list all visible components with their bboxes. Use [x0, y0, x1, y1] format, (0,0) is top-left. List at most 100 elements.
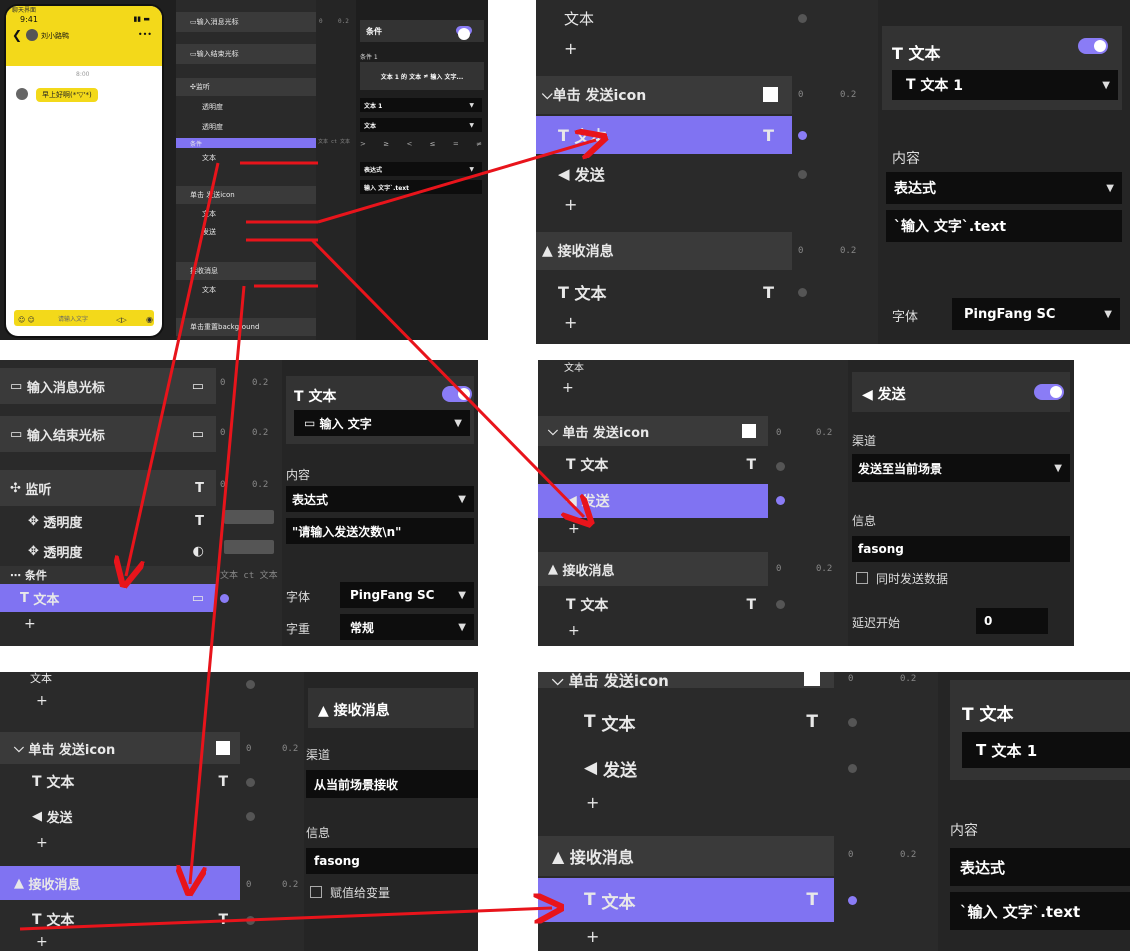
- layer-row[interactable]: ⌵ 单击 发送icon: [536, 76, 792, 114]
- layer-row[interactable]: ◀ 发送: [0, 800, 240, 832]
- target-select[interactable]: 文本 1 ▼: [360, 98, 482, 112]
- expression-field[interactable]: 输入 文字`.text: [360, 180, 482, 194]
- add-row[interactable]: +: [538, 790, 834, 814]
- layer-row[interactable]: 透明度: [176, 98, 316, 116]
- plus-icon[interactable]: +: [586, 927, 599, 946]
- add-row[interactable]: +: [536, 36, 792, 60]
- keyframe-dot[interactable]: [798, 288, 807, 297]
- layer-row[interactable]: T 文本 T: [538, 448, 768, 482]
- enable-toggle[interactable]: [1034, 384, 1064, 400]
- target-select[interactable]: T 文本 1: [962, 732, 1130, 768]
- keyframe-dot[interactable]: [798, 170, 807, 179]
- enable-toggle[interactable]: [442, 386, 472, 402]
- plus-icon[interactable]: +: [568, 521, 580, 537]
- op-lt[interactable]: <: [406, 140, 412, 152]
- op-ge[interactable]: ≥: [383, 140, 389, 152]
- emoji-icon[interactable]: ☺ ☺: [18, 316, 35, 324]
- delay-field[interactable]: 0: [976, 608, 1048, 634]
- layer-row[interactable]: 透明度: [176, 118, 316, 136]
- add-row[interactable]: +: [538, 620, 768, 642]
- layer-row[interactable]: T 文本 ▭: [0, 584, 216, 612]
- keyframe-dot[interactable]: [220, 594, 229, 603]
- add-row[interactable]: +: [536, 192, 792, 216]
- layer-row[interactable]: 单击重置background: [176, 318, 316, 336]
- layer-row[interactable]: 文本: [176, 282, 316, 298]
- keyframe-dot[interactable]: [246, 916, 255, 925]
- keyframe-dot[interactable]: [246, 778, 255, 787]
- layer-row[interactable]: ⌵ 单击 发送icon: [0, 732, 240, 764]
- op-gt[interactable]: >: [360, 140, 366, 152]
- keyframe-dot[interactable]: [776, 496, 785, 505]
- keyframe-dot[interactable]: [848, 718, 857, 727]
- layer-row[interactable]: ✥ 透明度 ◐: [0, 536, 216, 566]
- layer-row[interactable]: ◀ 发送: [538, 484, 768, 518]
- layer-row[interactable]: ▲ 接收消息: [538, 836, 834, 876]
- layer-row[interactable]: ◀ 发送: [536, 156, 792, 192]
- operator-row[interactable]: > ≥ < ≤ = ≠: [360, 140, 482, 152]
- assign-variable-checkbox[interactable]: [310, 886, 322, 898]
- mode-select[interactable]: 表达式: [950, 848, 1130, 886]
- add-row[interactable]: +: [0, 612, 216, 636]
- plus-icon[interactable]: +: [562, 380, 574, 396]
- info-field[interactable]: fasong: [852, 536, 1070, 562]
- opacity-bar[interactable]: [224, 510, 274, 524]
- expression-field[interactable]: "请输入发送次数\n": [286, 518, 474, 544]
- keyframe-dot[interactable]: [798, 14, 807, 23]
- add-row[interactable]: +: [0, 690, 240, 712]
- add-row[interactable]: +: [0, 832, 240, 854]
- condition-box[interactable]: 文本 1 的 文本 ≠ 输入 文字...: [360, 62, 484, 90]
- keyframe-dot[interactable]: [848, 896, 857, 905]
- enable-toggle[interactable]: [1078, 38, 1108, 54]
- layer-row[interactable]: ▭ 输入结束光标: [176, 44, 316, 64]
- mode-select[interactable]: 表达式 ▼: [286, 486, 474, 512]
- layer-row[interactable]: 发送: [176, 224, 316, 240]
- layer-row[interactable]: 文本: [538, 360, 768, 374]
- layer-row[interactable]: ✣ 监听 T: [0, 470, 216, 506]
- channel-select[interactable]: 发送至当前场景 ▼: [852, 454, 1070, 482]
- plus-icon[interactable]: +: [36, 693, 48, 709]
- plus-icon[interactable]: +: [24, 616, 36, 632]
- send-icon[interactable]: ◁▷: [116, 316, 127, 324]
- op-ne[interactable]: ≠: [476, 140, 482, 152]
- layer-row[interactable]: 单击 发送icon: [176, 186, 316, 204]
- mode-select[interactable]: 表达式 ▼: [360, 162, 482, 176]
- chat-input[interactable]: 请输入文字: [58, 314, 88, 323]
- font-select[interactable]: PingFang SC ▼: [952, 298, 1120, 330]
- add-row[interactable]: +: [536, 310, 792, 334]
- layer-row[interactable]: T 文本 T: [538, 590, 768, 620]
- plus-icon[interactable]: +: [564, 313, 577, 332]
- expression-field[interactable]: `输入 文字`.text: [950, 892, 1130, 930]
- layer-row[interactable]: 文本: [176, 206, 316, 222]
- layer-row[interactable]: ▭ 输入消息光标 ▭: [0, 368, 216, 404]
- layer-row[interactable]: ◀ 发送: [538, 748, 834, 788]
- target-select[interactable]: ▭ 输入 文字 ▼: [294, 410, 470, 436]
- layer-row[interactable]: ✥ 透明度 T: [0, 506, 216, 536]
- layer-row[interactable]: ▲ 接收消息: [0, 866, 240, 900]
- op-le[interactable]: ≤: [430, 140, 436, 152]
- font-select[interactable]: PingFang SC ▼: [340, 582, 474, 608]
- keyframe-dot[interactable]: [848, 764, 857, 773]
- layer-row[interactable]: T 文本 T: [538, 878, 834, 922]
- layer-row[interactable]: T 文本 T: [0, 908, 240, 932]
- add-row[interactable]: +: [538, 378, 768, 398]
- plus-icon[interactable]: +: [564, 39, 577, 58]
- info-field[interactable]: fasong: [306, 848, 478, 874]
- opacity-bar[interactable]: [224, 540, 274, 554]
- more-icon[interactable]: •••: [138, 30, 152, 39]
- add-row[interactable]: +: [0, 932, 240, 951]
- plus-icon[interactable]: +: [36, 934, 48, 950]
- plus-icon[interactable]: +: [568, 623, 580, 639]
- layer-row[interactable]: T 文本 T: [0, 766, 240, 798]
- layer-row[interactable]: ▲ 接收消息: [538, 552, 768, 586]
- layer-row[interactable]: 文本: [0, 672, 240, 685]
- layer-row[interactable]: ⋯ 条件: [0, 566, 216, 584]
- layer-row[interactable]: 条件: [176, 138, 316, 148]
- channel-select[interactable]: 从当前场景接收: [306, 770, 478, 798]
- keyframe-dot[interactable]: [798, 131, 807, 140]
- property-select[interactable]: 文本 ▼: [360, 118, 482, 132]
- layer-row[interactable]: ✣ 监听: [176, 78, 316, 96]
- op-eq[interactable]: =: [453, 140, 459, 152]
- layer-row[interactable]: ⌵ 单击 发送icon: [538, 672, 834, 690]
- layer-row[interactable]: ▭ 输入消息光标: [176, 12, 316, 32]
- add-row[interactable]: +: [538, 924, 834, 948]
